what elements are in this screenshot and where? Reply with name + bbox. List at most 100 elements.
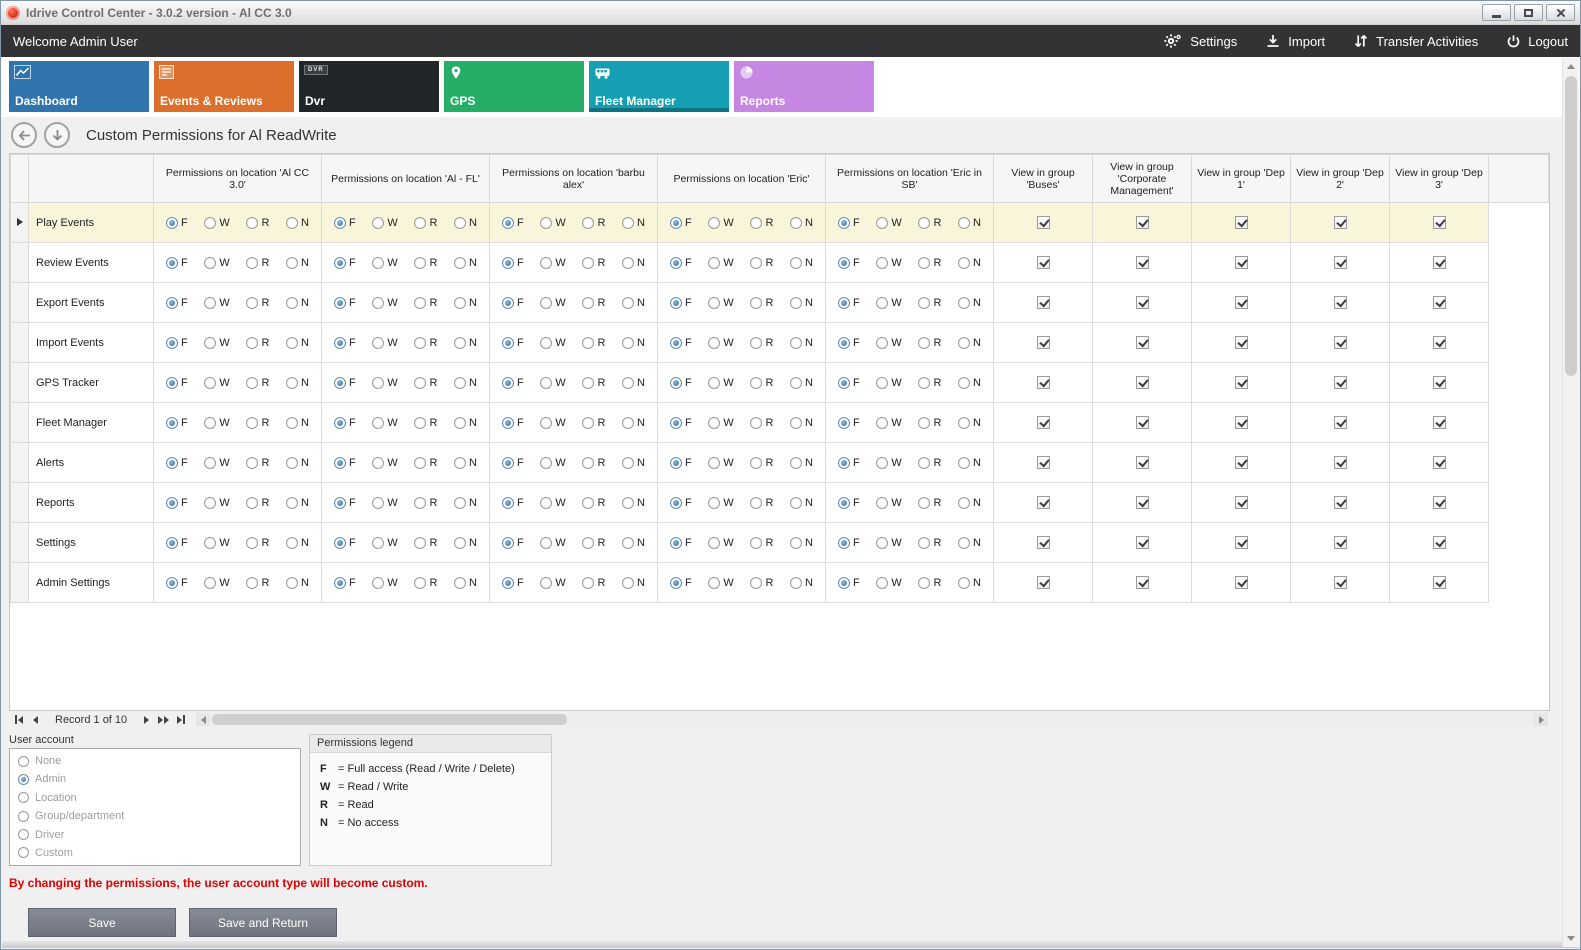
radio-option-r[interactable]: R — [246, 217, 269, 229]
checkbox-checked-icon[interactable] — [1235, 536, 1248, 549]
horizontal-scrollbar-thumb[interactable] — [212, 714, 567, 725]
radio-option-w[interactable]: W — [204, 297, 229, 309]
radio-option-n[interactable]: N — [286, 297, 309, 309]
checkbox-checked-icon[interactable] — [1433, 296, 1446, 309]
radio-option-w[interactable]: W — [876, 537, 901, 549]
radio-option-r[interactable]: R — [918, 417, 941, 429]
column-header-group[interactable]: View in group 'Corporate Management' — [1093, 155, 1192, 203]
checkbox-checked-icon[interactable] — [1235, 256, 1248, 269]
radio-option-w[interactable]: W — [708, 537, 733, 549]
radio-option-f[interactable]: F — [670, 217, 692, 229]
radio-option-r[interactable]: R — [582, 497, 605, 509]
checkbox-checked-icon[interactable] — [1037, 376, 1050, 389]
radio-option-f[interactable]: F — [670, 297, 692, 309]
radio-option-w[interactable]: W — [708, 497, 733, 509]
radio-option-r[interactable]: R — [582, 417, 605, 429]
permission-name-cell[interactable]: Export Events — [29, 283, 154, 323]
radio-option-f[interactable]: F — [502, 417, 524, 429]
radio-option-n[interactable]: N — [790, 377, 813, 389]
radio-option-r[interactable]: R — [918, 377, 941, 389]
column-header-location[interactable]: Permissions on location 'barbu alex' — [490, 155, 658, 203]
checkbox-checked-icon[interactable] — [1433, 416, 1446, 429]
radio-option-n[interactable]: N — [622, 417, 645, 429]
radio-option-r[interactable]: R — [246, 537, 269, 549]
radio-option-w[interactable]: W — [204, 497, 229, 509]
topbar-action-transfer-activities[interactable]: Transfer Activities — [1353, 33, 1478, 49]
radio-option-w[interactable]: W — [540, 537, 565, 549]
checkbox-checked-icon[interactable] — [1136, 496, 1149, 509]
checkbox-checked-icon[interactable] — [1334, 456, 1347, 469]
radio-option-r[interactable]: R — [750, 337, 773, 349]
radio-option-w[interactable]: W — [876, 577, 901, 589]
radio-option-f[interactable]: F — [166, 297, 188, 309]
checkbox-checked-icon[interactable] — [1136, 296, 1149, 309]
radio-option-n[interactable]: N — [454, 577, 477, 589]
radio-option-w[interactable]: W — [708, 257, 733, 269]
radio-option-r[interactable]: R — [246, 577, 269, 589]
collapse-button[interactable] — [44, 122, 70, 148]
radio-option-n[interactable]: N — [958, 377, 981, 389]
radio-option-n[interactable]: N — [454, 297, 477, 309]
radio-option-r[interactable]: R — [750, 537, 773, 549]
radio-option-f[interactable]: F — [670, 577, 692, 589]
radio-option-r[interactable]: R — [750, 417, 773, 429]
radio-option-f[interactable]: F — [502, 377, 524, 389]
column-header-group[interactable]: View in group 'Buses' — [994, 155, 1093, 203]
radio-option-r[interactable]: R — [918, 337, 941, 349]
checkbox-checked-icon[interactable] — [1433, 496, 1446, 509]
radio-option-r[interactable]: R — [750, 497, 773, 509]
account-type-option-none[interactable]: None — [18, 755, 292, 767]
radio-option-r[interactable]: R — [750, 457, 773, 469]
radio-option-r[interactable]: R — [414, 377, 437, 389]
radio-option-f[interactable]: F — [670, 337, 692, 349]
column-header-group[interactable]: View in group 'Dep 3' — [1390, 155, 1489, 203]
radio-option-w[interactable]: W — [876, 457, 901, 469]
checkbox-checked-icon[interactable] — [1037, 456, 1050, 469]
radio-option-r[interactable]: R — [582, 377, 605, 389]
permission-name-cell[interactable]: Alerts — [29, 443, 154, 483]
radio-option-n[interactable]: N — [958, 417, 981, 429]
topbar-action-import[interactable]: Import — [1265, 33, 1325, 49]
radio-option-f[interactable]: F — [502, 497, 524, 509]
radio-option-f[interactable]: F — [502, 457, 524, 469]
last-record-button[interactable] — [173, 713, 188, 727]
radio-option-f[interactable]: F — [838, 577, 860, 589]
radio-option-f[interactable]: F — [166, 257, 188, 269]
tab-reports[interactable]: Reports — [734, 61, 874, 112]
radio-option-n[interactable]: N — [286, 497, 309, 509]
row-indicator[interactable] — [11, 323, 29, 363]
column-header-group[interactable]: View in group 'Dep 2' — [1291, 155, 1390, 203]
radio-option-n[interactable]: N — [622, 257, 645, 269]
radio-option-r[interactable]: R — [750, 217, 773, 229]
permission-name-cell[interactable]: Play Events — [29, 203, 154, 243]
radio-option-f[interactable]: F — [838, 497, 860, 509]
radio-option-n[interactable]: N — [790, 577, 813, 589]
checkbox-checked-icon[interactable] — [1334, 496, 1347, 509]
scroll-down-arrow-icon[interactable] — [1563, 931, 1579, 946]
radio-option-w[interactable]: W — [372, 577, 397, 589]
radio-option-f[interactable]: F — [334, 377, 356, 389]
checkbox-checked-icon[interactable] — [1037, 256, 1050, 269]
radio-option-n[interactable]: N — [286, 457, 309, 469]
radio-option-f[interactable]: F — [166, 537, 188, 549]
radio-option-r[interactable]: R — [918, 577, 941, 589]
radio-option-w[interactable]: W — [204, 257, 229, 269]
checkbox-checked-icon[interactable] — [1433, 576, 1446, 589]
radio-option-n[interactable]: N — [958, 217, 981, 229]
permission-name-cell[interactable]: Settings — [29, 523, 154, 563]
radio-option-r[interactable]: R — [918, 497, 941, 509]
row-indicator[interactable] — [11, 563, 29, 603]
radio-option-r[interactable]: R — [246, 257, 269, 269]
radio-option-w[interactable]: W — [372, 217, 397, 229]
radio-option-n[interactable]: N — [622, 457, 645, 469]
scroll-up-arrow-icon[interactable] — [1563, 59, 1579, 74]
radio-option-r[interactable]: R — [750, 297, 773, 309]
radio-option-f[interactable]: F — [334, 537, 356, 549]
checkbox-checked-icon[interactable] — [1136, 536, 1149, 549]
radio-option-r[interactable]: R — [582, 577, 605, 589]
minimize-button[interactable] — [1482, 4, 1511, 21]
radio-option-r[interactable]: R — [582, 217, 605, 229]
permission-name-cell[interactable]: Review Events — [29, 243, 154, 283]
radio-option-r[interactable]: R — [414, 337, 437, 349]
column-header-location[interactable]: Permissions on location 'Eric in SB' — [826, 155, 994, 203]
